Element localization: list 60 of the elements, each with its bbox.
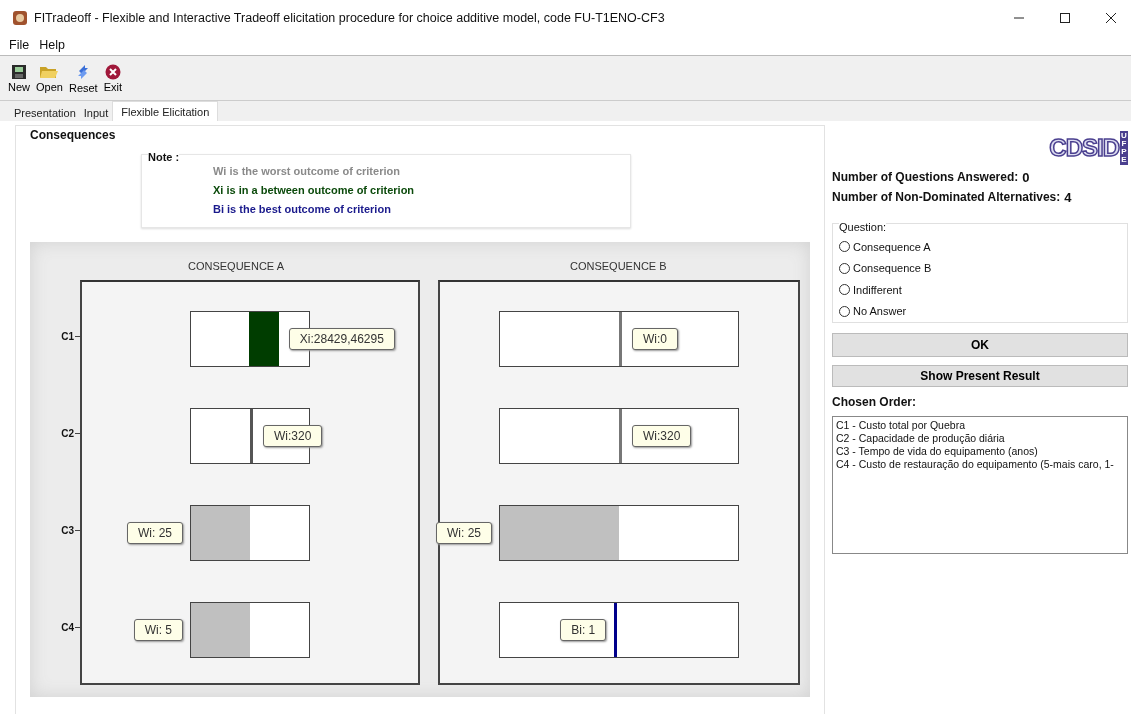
toolbar-button[interactable]: New xyxy=(6,63,32,93)
logo: CDSID xyxy=(1049,134,1119,162)
toolbar-button[interactable]: Exit xyxy=(101,63,125,93)
value-tooltip: Wi: 25 xyxy=(436,521,492,544)
legend-text: Bi is the best outcome of criterion xyxy=(213,203,392,216)
value-tooltip: Wi: 5 xyxy=(133,618,183,641)
toolbar-button[interactable]: Open xyxy=(34,63,65,93)
axis-label: C3 xyxy=(61,525,74,536)
tab[interactable]: Presentation xyxy=(10,105,80,121)
note-label: Note : xyxy=(148,151,180,163)
tick-mark xyxy=(75,530,80,531)
value-tooltip: Wi:320 xyxy=(632,424,692,447)
radio-option[interactable]: Consequence A xyxy=(839,236,1121,258)
legend-text: Wi is the worst outcome of criterion xyxy=(213,165,401,178)
stat-value: 0 xyxy=(1022,170,1030,185)
radio-button[interactable] xyxy=(839,262,850,274)
tab[interactable]: Input xyxy=(79,105,113,121)
tick-mark xyxy=(75,627,80,628)
action-button[interactable]: Show Present Result xyxy=(832,365,1128,387)
radio-option[interactable]: No Answer xyxy=(839,300,1121,322)
panel-title: CONSEQUENCE B xyxy=(570,260,668,272)
list-item[interactable]: C1 - Custo total por Quebra xyxy=(836,419,1124,432)
value-tooltip: Wi: 25 xyxy=(127,521,183,544)
window-title: FITradeoff - Flexible and Interactive Tradeoff elicitation procedure for choice additive model, code FU-T1ENO-CF3 xyxy=(34,10,665,25)
axis-label: C1 xyxy=(61,331,74,342)
menu-item[interactable]: File xyxy=(9,38,30,52)
floppy-icon xyxy=(10,63,28,80)
list-item[interactable]: C2 - Capacidade de produção diária xyxy=(836,432,1124,445)
panel-title: CONSEQUENCE A xyxy=(188,260,285,272)
tick-mark xyxy=(75,336,80,337)
tab[interactable]: Flexible Elicitation xyxy=(112,101,219,121)
stat-value: 4 xyxy=(1064,190,1072,205)
list-item[interactable]: C3 - Tempo de vida do equipamento (anos) xyxy=(836,445,1124,458)
radio-button[interactable] xyxy=(839,284,850,296)
logo-side-text: UFPE xyxy=(1120,131,1128,165)
value-tooltip: Wi:0 xyxy=(632,327,678,350)
stat-label: Number of Questions Answered: xyxy=(832,170,1019,185)
action-button[interactable]: OK xyxy=(832,333,1128,357)
legend-text: Xi is in a between outcome of criterion xyxy=(213,184,415,197)
maximize-icon[interactable] xyxy=(1059,11,1071,24)
value-tooltip: Wi:320 xyxy=(263,424,323,447)
axis-label: C2 xyxy=(61,428,74,439)
list-item[interactable]: C4 - Custo de restauração do equipamento (5-mais caro, 1- xyxy=(836,458,1124,471)
radio-button[interactable] xyxy=(839,241,850,253)
menu-item[interactable]: Help xyxy=(39,38,65,52)
stat-label: Number of Non-Dominated Alternatives: xyxy=(832,190,1061,205)
group-title: Question: xyxy=(839,221,887,233)
group-title: Consequences xyxy=(30,128,116,142)
section-title: Chosen Order: xyxy=(832,395,917,409)
value-tooltip: Xi:28429,46295 xyxy=(288,327,395,350)
value-tooltip: Bi: 1 xyxy=(560,618,607,641)
tick-mark xyxy=(75,433,80,434)
close-icon[interactable] xyxy=(1105,11,1117,24)
radio-option[interactable]: Consequence B xyxy=(839,257,1121,279)
x-circle-icon xyxy=(104,63,121,80)
radio-button[interactable] xyxy=(839,305,850,317)
toolbar-button[interactable]: Reset xyxy=(66,62,100,94)
app-icon xyxy=(12,9,28,26)
radio-option[interactable]: Indifferent xyxy=(839,279,1121,301)
axis-label: C4 xyxy=(61,622,74,633)
